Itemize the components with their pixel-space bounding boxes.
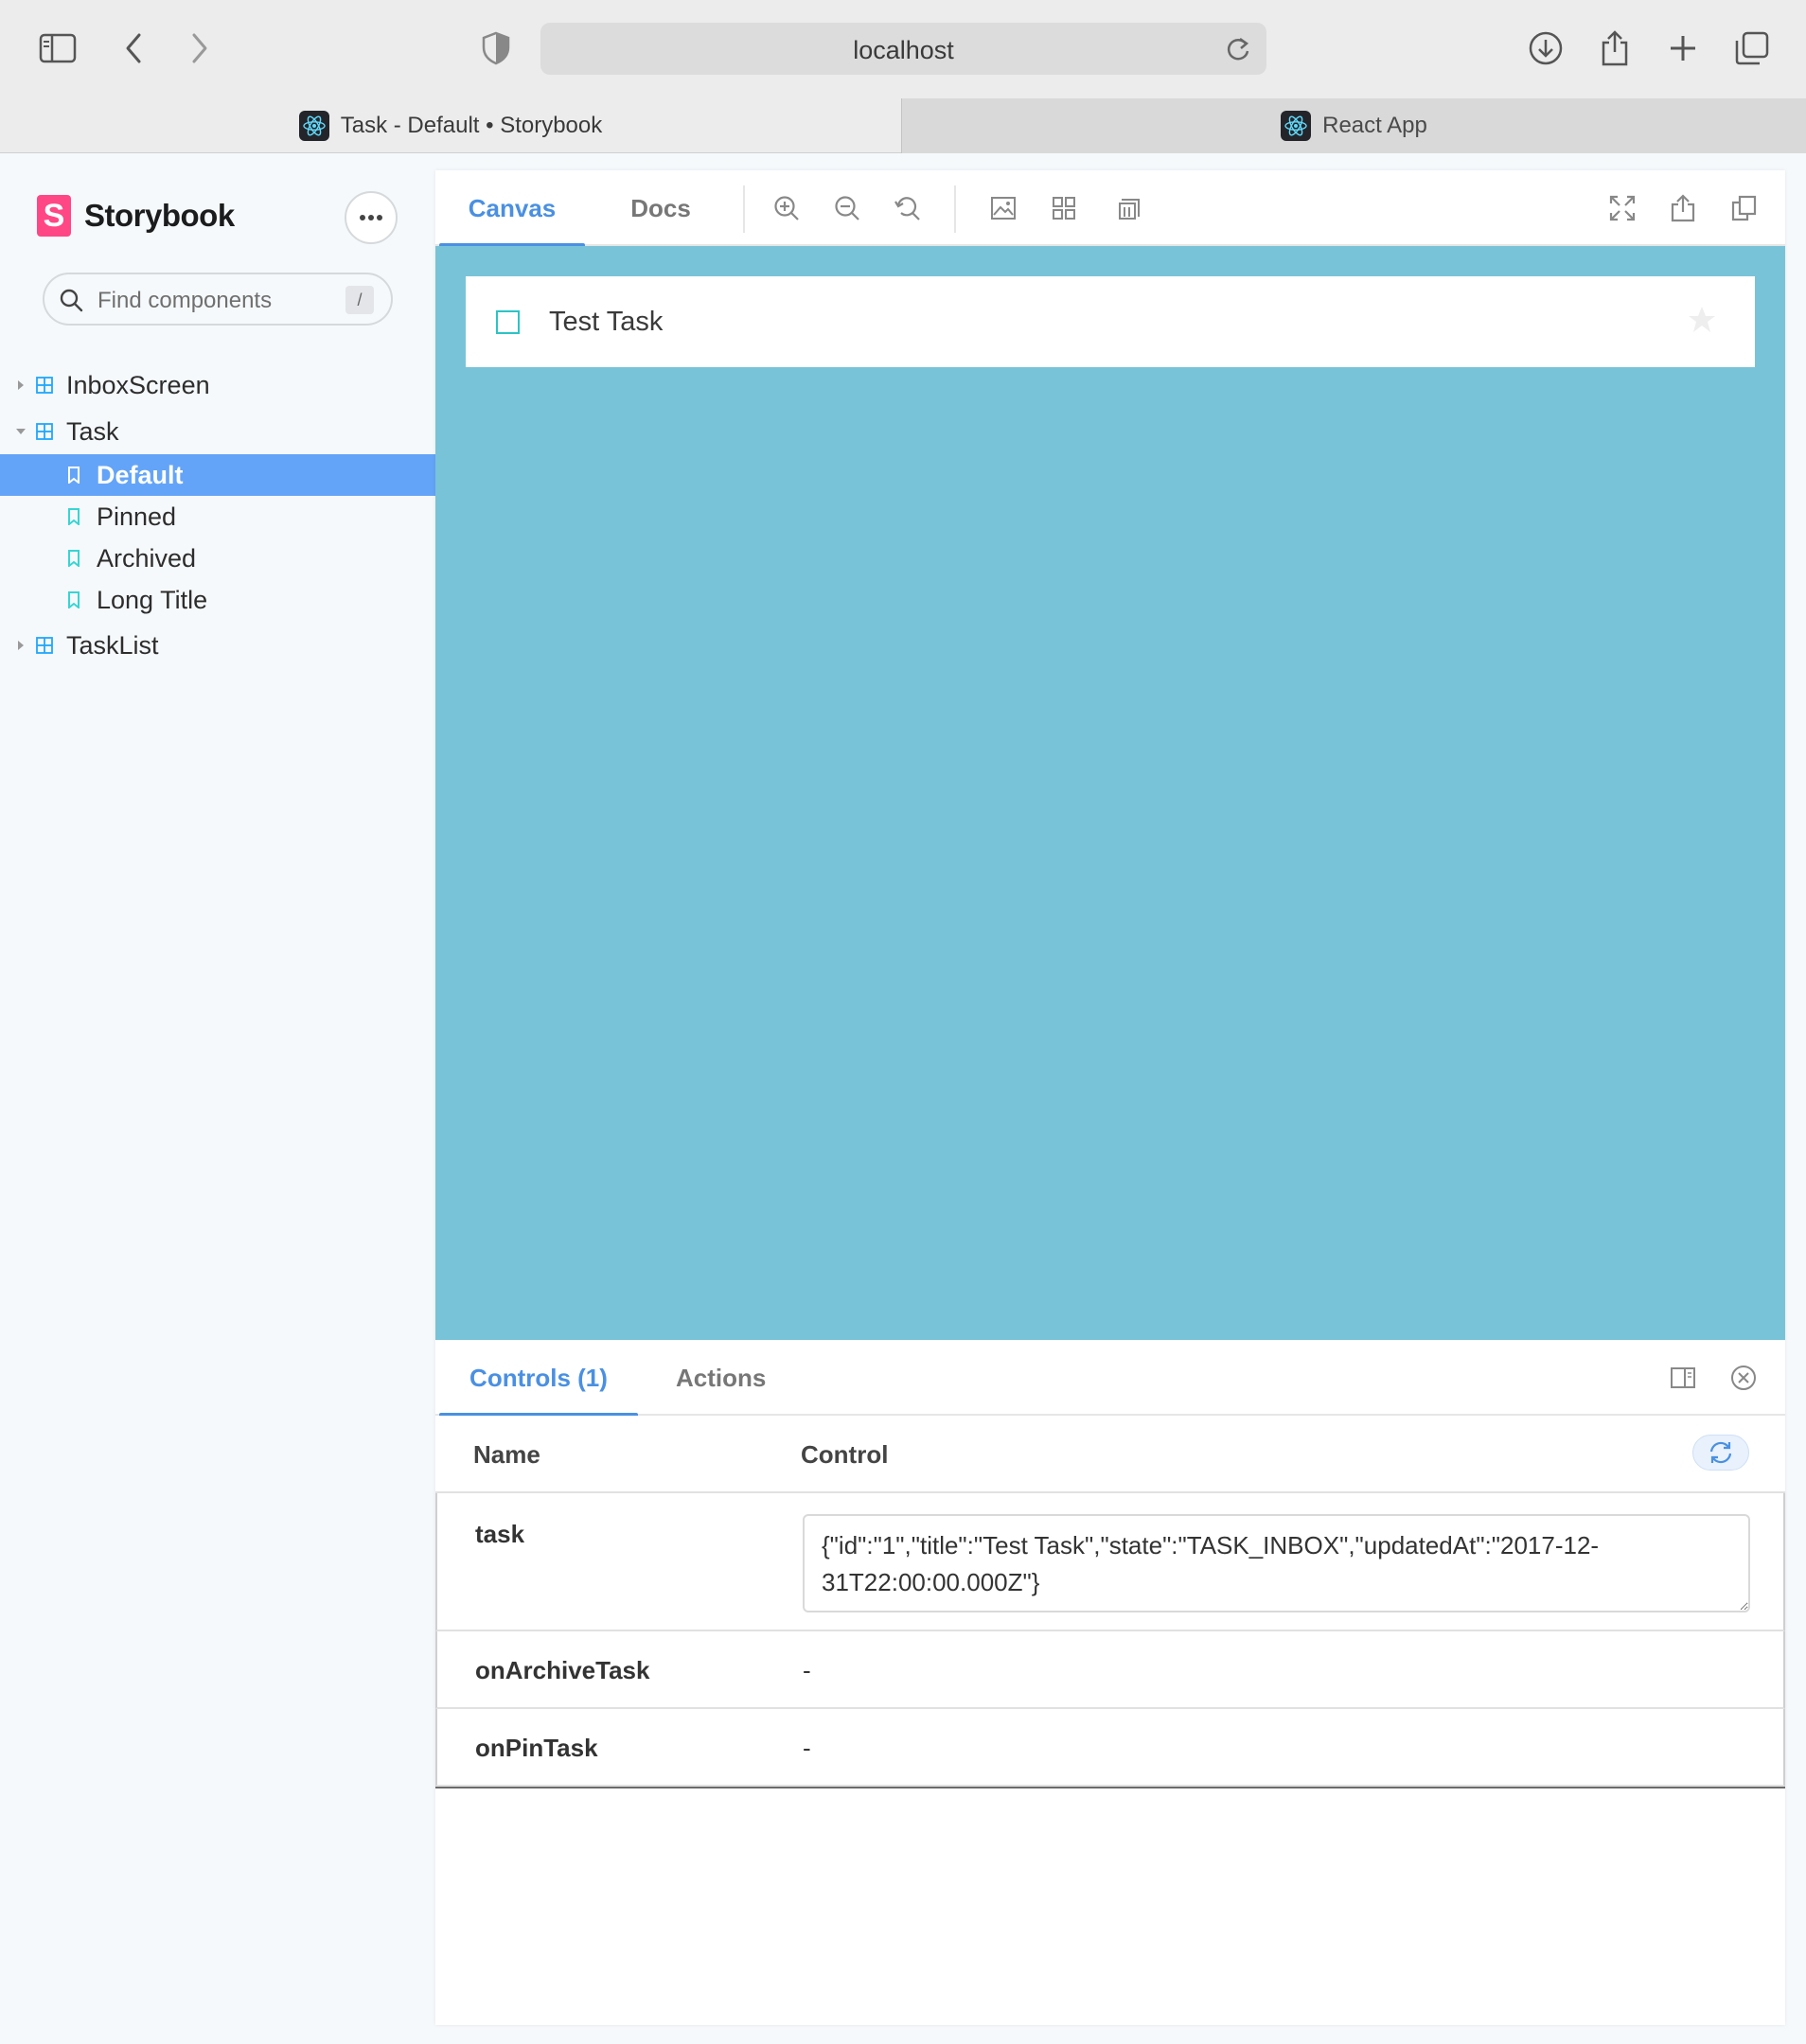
preview-toolbar: Canvas Docs xyxy=(435,170,1785,248)
browser-tab-storybook[interactable]: Task - Default • Storybook xyxy=(0,98,901,153)
tab-canvas[interactable]: Canvas xyxy=(439,170,585,248)
forward-icon[interactable] xyxy=(178,26,221,70)
tree-item-label: Archived xyxy=(97,543,197,573)
main-panel: Canvas Docs Test Task Controls (1) Actio… xyxy=(435,170,1785,2025)
caret-right-icon xyxy=(14,379,27,392)
storybook-sidebar: S Storybook / InboxScreen Task Default P… xyxy=(0,153,435,2044)
tree-item-label: TaskList xyxy=(66,630,159,660)
storybook-brand-text: Storybook xyxy=(84,198,235,233)
tab-actions[interactable]: Actions xyxy=(676,1340,766,1416)
component-icon xyxy=(36,377,53,394)
tab-label: Actions xyxy=(676,1363,767,1392)
share-icon[interactable] xyxy=(1593,26,1637,70)
tab-controls[interactable]: Controls (1) xyxy=(439,1340,638,1418)
reload-icon[interactable] xyxy=(1219,30,1257,68)
url-text: localhost xyxy=(853,36,954,64)
tree-item-pinned[interactable]: Pinned xyxy=(0,496,435,537)
control-value: - xyxy=(803,1734,811,1762)
browser-tab-label: Task - Default • Storybook xyxy=(340,113,603,138)
bookmark-icon xyxy=(67,591,80,608)
tab-overview-icon[interactable] xyxy=(1730,26,1774,70)
tree-item-long-title[interactable]: Long Title xyxy=(0,579,435,621)
zoom-reset-icon[interactable] xyxy=(888,188,928,228)
tree-item-label: Pinned xyxy=(97,502,177,531)
task-object-editor[interactable]: {"id":"1","title":"Test Task","state":"T… xyxy=(803,1514,1750,1612)
fullscreen-icon[interactable] xyxy=(1602,188,1642,228)
tab-label: Controls (1) xyxy=(469,1363,608,1392)
tree-item-label: Default xyxy=(97,460,184,489)
bookmark-icon xyxy=(67,467,80,484)
reset-controls-button[interactable] xyxy=(1692,1435,1749,1471)
control-name: task xyxy=(475,1520,525,1548)
search-shortcut-badge: / xyxy=(345,286,374,314)
viewport-icon[interactable] xyxy=(1108,188,1148,228)
task-checkbox[interactable] xyxy=(496,310,520,334)
tree-item-default[interactable]: Default xyxy=(0,454,435,496)
controls-table-header: Name Control xyxy=(435,1416,1785,1493)
control-name: onPinTask xyxy=(475,1734,598,1762)
bookmark-icon xyxy=(67,508,80,525)
browser-toolbar: localhost xyxy=(0,0,1806,98)
tree-item-archived[interactable]: Archived xyxy=(0,537,435,579)
control-row-onpintask: onPinTask - xyxy=(435,1709,1785,1787)
search-box: / xyxy=(43,273,393,326)
tab-label: Canvas xyxy=(468,193,557,222)
toolbar-divider xyxy=(743,185,745,233)
addons-toolbar: Controls (1) Actions xyxy=(435,1340,1785,1418)
table-bottom-border xyxy=(435,1787,1785,1788)
bookmark-icon xyxy=(67,550,80,567)
tab-label: Docs xyxy=(630,193,691,222)
control-row-task: task {"id":"1","title":"Test Task","stat… xyxy=(435,1493,1785,1631)
open-new-tab-icon[interactable] xyxy=(1663,188,1703,228)
component-icon xyxy=(36,423,53,440)
react-icon xyxy=(298,111,329,141)
caret-right-icon xyxy=(14,639,27,652)
component-icon xyxy=(36,637,53,654)
shield-icon[interactable] xyxy=(474,26,518,70)
copy-link-icon[interactable] xyxy=(1724,188,1763,228)
background-image-icon[interactable] xyxy=(983,188,1023,228)
tree-item-label: Task xyxy=(66,416,119,446)
control-name: onArchiveTask xyxy=(475,1656,650,1684)
caret-down-icon xyxy=(14,425,27,438)
address-bar[interactable]: localhost xyxy=(540,23,1266,75)
tree-item-label: Long Title xyxy=(97,585,208,614)
close-panel-icon[interactable] xyxy=(1724,1358,1763,1398)
panel-orientation-icon[interactable] xyxy=(1663,1358,1703,1398)
tree-item-task[interactable]: Task xyxy=(0,411,435,452)
download-icon[interactable] xyxy=(1524,26,1567,70)
tree-item-label: InboxScreen xyxy=(66,370,210,399)
react-icon xyxy=(1281,111,1312,141)
task-item[interactable]: Test Task xyxy=(466,276,1755,367)
control-row-onarchivetask: onArchiveTask - xyxy=(435,1631,1785,1709)
toolbar-divider xyxy=(954,185,956,233)
column-header-name: Name xyxy=(473,1440,540,1469)
storybook-logo[interactable]: S Storybook xyxy=(37,195,235,237)
column-header-control: Control xyxy=(801,1440,889,1469)
tab-docs[interactable]: Docs xyxy=(596,170,725,246)
back-icon[interactable] xyxy=(112,26,155,70)
preview-canvas: Test Task xyxy=(435,246,1785,1340)
more-options-button[interactable] xyxy=(345,191,398,244)
new-tab-icon[interactable] xyxy=(1661,26,1705,70)
browser-tab-label: React App xyxy=(1322,113,1427,138)
control-value: - xyxy=(803,1656,811,1684)
zoom-out-icon[interactable] xyxy=(827,188,867,228)
star-icon[interactable] xyxy=(1687,305,1717,335)
search-icon xyxy=(58,287,84,313)
zoom-in-icon[interactable] xyxy=(767,188,806,228)
browser-tab-react-app[interactable]: React App xyxy=(901,98,1806,153)
browser-tab-bar: Task - Default • Storybook React App xyxy=(0,98,1806,153)
storybook-logo-mark: S xyxy=(37,195,71,237)
search-input[interactable] xyxy=(97,288,325,314)
grid-icon[interactable] xyxy=(1044,188,1084,228)
tree-item-tasklist[interactable]: TaskList xyxy=(0,625,435,666)
tree-item-inboxscreen[interactable]: InboxScreen xyxy=(0,364,435,406)
task-title: Test Task xyxy=(549,307,664,337)
sidebar-toggle-icon[interactable] xyxy=(36,26,80,70)
